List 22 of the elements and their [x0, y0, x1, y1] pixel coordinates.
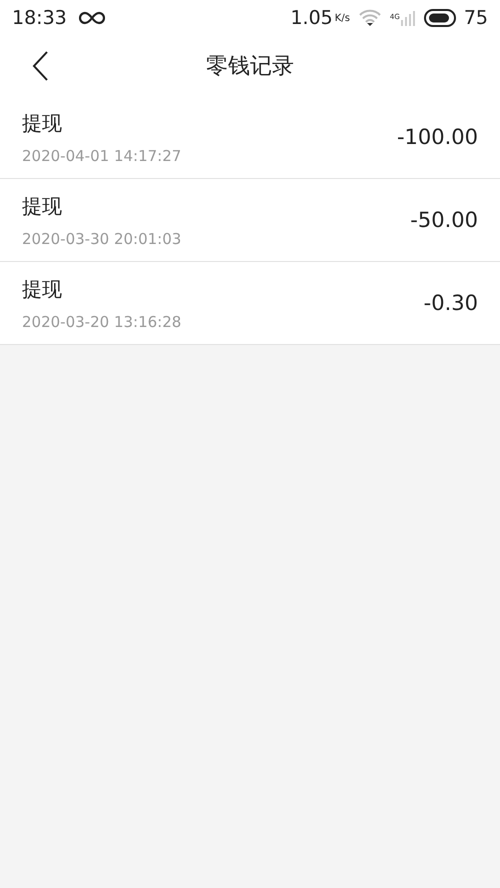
record-label: 提现	[22, 110, 62, 136]
record-label: 提现	[22, 276, 62, 302]
signal-icon	[400, 10, 416, 26]
network-speed: 1.05	[290, 7, 333, 29]
wifi-icon	[358, 9, 382, 27]
record-label: 提现	[22, 192, 62, 220]
infinity-icon	[78, 11, 105, 25]
battery-icon	[424, 9, 456, 27]
page-title: 零钱记录	[206, 53, 294, 81]
record-row[interactable]: 提现 2020-03-30 20:01:03 -50.00	[0, 179, 500, 262]
record-time: 2020-03-20 13:16:28	[22, 312, 182, 330]
record-row[interactable]: 提现 2020-04-01 14:17:27 -100.00	[0, 96, 500, 179]
speed-unit: K/s	[334, 12, 350, 24]
record-amount: -0.30	[424, 291, 478, 315]
status-time: 18:33	[12, 7, 67, 29]
record-time: 2020-04-01 14:17:27	[22, 146, 182, 164]
back-icon	[32, 51, 48, 81]
record-row[interactable]: 提现 2020-03-20 13:16:28 -0.30	[0, 262, 500, 345]
record-amount: -50.00	[410, 208, 478, 232]
record-time: 2020-03-30 20:01:03	[22, 230, 182, 248]
battery-level: 75	[464, 7, 488, 29]
record-amount: -100.00	[396, 125, 478, 149]
